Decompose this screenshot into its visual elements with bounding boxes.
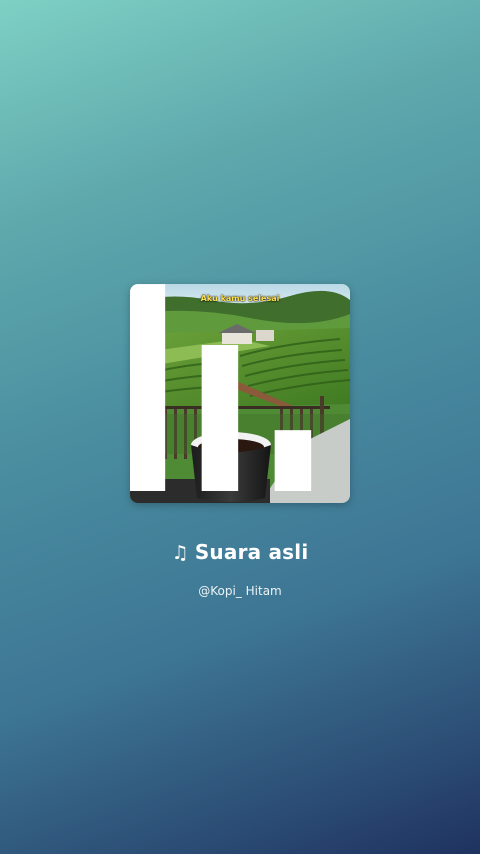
playing-bars-icon bbox=[130, 284, 312, 491]
track-title: Suara asli bbox=[194, 540, 309, 564]
track-title-row[interactable]: ♫ Suara asli bbox=[0, 540, 480, 564]
track-author[interactable]: @Kopi_ Hitam bbox=[0, 584, 480, 598]
album-cover[interactable]: Aku kamu selesai bbox=[130, 284, 350, 503]
music-note-icon: ♫ bbox=[171, 542, 189, 564]
